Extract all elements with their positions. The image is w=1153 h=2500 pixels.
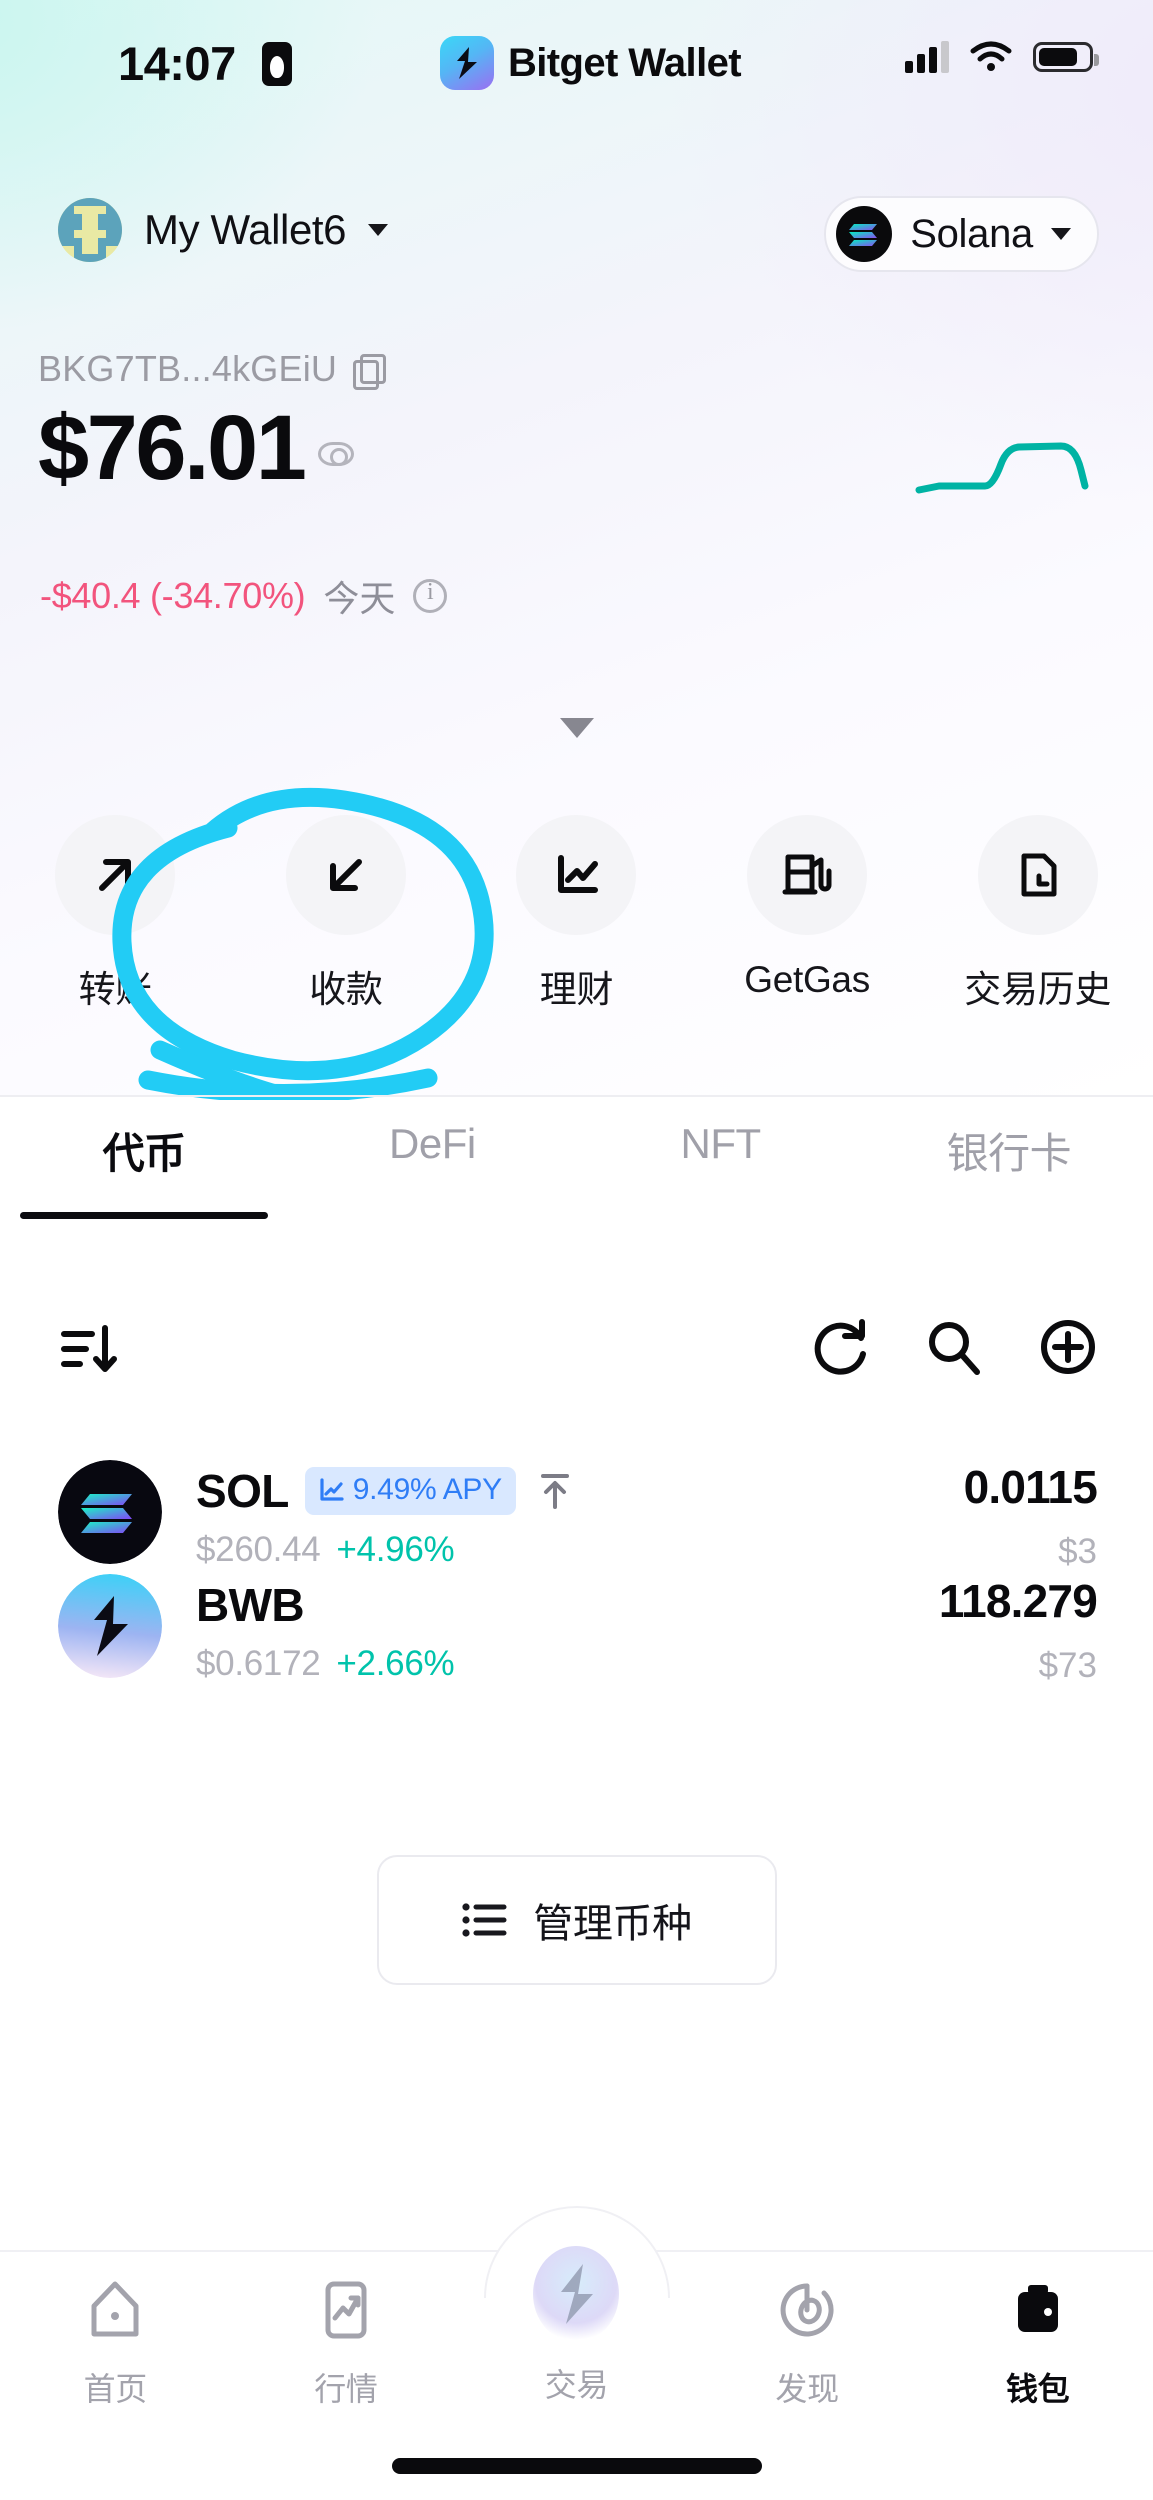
token-title-group: SOL 9.49% APY bbox=[196, 1464, 572, 1518]
nav-item-discover[interactable]: 发现 bbox=[692, 2274, 923, 2410]
action-label: GetGas bbox=[744, 959, 870, 1000]
bottom-navigation: 首页 行情 交易 发现 钱包 bbox=[0, 2206, 1153, 2500]
expand-balance-chevron-icon[interactable] bbox=[559, 718, 594, 738]
sort-descending-icon[interactable] bbox=[58, 1318, 120, 1380]
arrow-up-right-icon bbox=[55, 815, 176, 935]
token-price-group: $0.6172 +2.66% bbox=[196, 1644, 455, 1684]
token-price: $0.6172 bbox=[196, 1644, 321, 1683]
bitget-swap-icon bbox=[533, 2246, 620, 2342]
arrow-down-left-icon bbox=[285, 815, 406, 935]
action-label: 交易历史 bbox=[964, 969, 1112, 1010]
token-amount: 0.0115 bbox=[963, 1461, 1098, 1513]
list-icon bbox=[462, 1903, 507, 1937]
wallet-icon bbox=[1002, 2274, 1074, 2346]
action-getgas[interactable]: GetGas bbox=[692, 815, 923, 1013]
token-change: +2.66% bbox=[336, 1644, 455, 1683]
chart-line-icon bbox=[516, 815, 637, 935]
markets-chart-icon bbox=[310, 2274, 382, 2346]
app-title-group: Bitget Wallet bbox=[440, 36, 742, 90]
chain-name: Solana bbox=[910, 211, 1033, 256]
status-bar: 14:07 Bitget Wallet bbox=[0, 0, 1153, 128]
wallet-address-row[interactable]: BKG7TB...4kGEiU bbox=[38, 348, 387, 390]
wifi-icon bbox=[970, 41, 1012, 71]
nav-label: 行情 bbox=[314, 2371, 378, 2407]
status-bar-indicators bbox=[905, 40, 1099, 74]
action-label: 收款 bbox=[309, 969, 383, 1010]
action-label: 理财 bbox=[539, 969, 614, 1010]
nav-item-home[interactable]: 首页 bbox=[0, 2274, 231, 2410]
app-screen: 14:07 Bitget Wallet My Wallet6 Solana BK… bbox=[0, 0, 1153, 2500]
chain-selector[interactable]: Solana bbox=[824, 196, 1099, 272]
chevron-down-icon[interactable] bbox=[368, 224, 389, 236]
home-icon bbox=[79, 2274, 151, 2346]
search-icon[interactable] bbox=[921, 1314, 987, 1380]
action-history[interactable]: 交易历史 bbox=[922, 815, 1153, 1013]
balance-row: $76.01 bbox=[38, 397, 355, 499]
balance-sparkline bbox=[915, 442, 1089, 494]
toolbar-actions bbox=[807, 1314, 1101, 1380]
info-icon[interactable] bbox=[413, 579, 448, 613]
solana-token-icon bbox=[58, 1460, 162, 1564]
app-title: Bitget Wallet bbox=[508, 40, 742, 85]
chevron-down-icon[interactable] bbox=[1051, 228, 1071, 240]
avatar bbox=[58, 198, 122, 262]
history-document-icon bbox=[977, 815, 1098, 935]
fuel-pump-icon bbox=[747, 815, 868, 935]
discover-icon bbox=[771, 2274, 843, 2346]
manage-tokens-label: 管理币种 bbox=[533, 1902, 692, 1946]
nav-item-trade[interactable]: 交易 bbox=[461, 2246, 692, 2410]
nav-label: 首页 bbox=[83, 2371, 148, 2407]
token-symbol: BWB bbox=[196, 1579, 305, 1631]
token-symbol: SOL bbox=[196, 1465, 289, 1517]
cellular-signal-icon bbox=[905, 41, 949, 73]
wallet-name: My Wallet6 bbox=[144, 206, 347, 253]
nav-item-markets[interactable]: 行情 bbox=[231, 2274, 462, 2410]
bitget-logo-icon bbox=[440, 36, 494, 90]
balance-change-period: 今天 bbox=[323, 578, 396, 619]
asset-tabs: 代币 DeFi NFT 银行卡 bbox=[0, 1120, 1153, 1219]
token-value: $73 bbox=[1038, 1646, 1097, 1685]
copy-icon[interactable] bbox=[353, 354, 387, 390]
action-label: 转账 bbox=[78, 969, 153, 1010]
status-bar-time: 14:07 bbox=[118, 37, 236, 90]
wallet-address: BKG7TB...4kGEiU bbox=[38, 348, 338, 389]
balance-amount: $76.01 bbox=[38, 397, 307, 499]
nav-label: 钱包 bbox=[1005, 2371, 1070, 2407]
nav-label: 交易 bbox=[544, 2367, 609, 2403]
nav-label: 发现 bbox=[775, 2371, 839, 2407]
balance-change-row: -$40.4 (-34.70%) 今天 bbox=[40, 570, 448, 622]
apy-badge[interactable]: 9.49% APY bbox=[304, 1467, 516, 1515]
balance-change: -$40.4 (-34.70%) bbox=[40, 575, 306, 616]
action-earn[interactable]: 理财 bbox=[461, 815, 692, 1013]
wallet-selector[interactable]: My Wallet6 bbox=[58, 198, 389, 262]
plus-circle-icon[interactable] bbox=[1035, 1314, 1101, 1380]
quick-actions: 转账 收款 理财 GetGas 交易历史 bbox=[0, 815, 1153, 1013]
section-divider bbox=[0, 1095, 1153, 1097]
tab-bankcard[interactable]: 银行卡 bbox=[865, 1120, 1153, 1219]
apy-label: 9.49% APY bbox=[352, 1473, 502, 1506]
token-title-group: BWB bbox=[196, 1578, 305, 1632]
tab-defi[interactable]: DeFi bbox=[288, 1120, 576, 1219]
manage-tokens-button[interactable]: 管理币种 bbox=[376, 1855, 777, 1985]
tab-nft[interactable]: NFT bbox=[577, 1120, 865, 1219]
nav-item-wallet[interactable]: 钱包 bbox=[922, 2274, 1153, 2410]
refresh-icon[interactable] bbox=[807, 1314, 873, 1380]
solana-logo-icon bbox=[836, 206, 893, 262]
action-transfer[interactable]: 转账 bbox=[0, 815, 231, 1013]
battery-icon bbox=[1033, 42, 1099, 72]
bitget-token-icon bbox=[58, 1574, 162, 1678]
nav-items: 首页 行情 交易 发现 钱包 bbox=[0, 2246, 1153, 2410]
home-indicator bbox=[391, 2458, 762, 2474]
tab-tokens[interactable]: 代币 bbox=[0, 1120, 288, 1219]
pin-to-top-icon[interactable] bbox=[538, 1471, 572, 1511]
table-row[interactable]: BWB $0.6172 +2.66% 118.279 $73 bbox=[0, 1552, 1153, 1717]
chart-line-icon bbox=[320, 1478, 344, 1501]
eye-icon[interactable] bbox=[318, 442, 355, 466]
screen-record-icon bbox=[262, 42, 292, 86]
action-receive[interactable]: 收款 bbox=[231, 815, 462, 1013]
token-amount: 118.279 bbox=[938, 1575, 1098, 1627]
token-list-toolbar bbox=[0, 1300, 1153, 1410]
